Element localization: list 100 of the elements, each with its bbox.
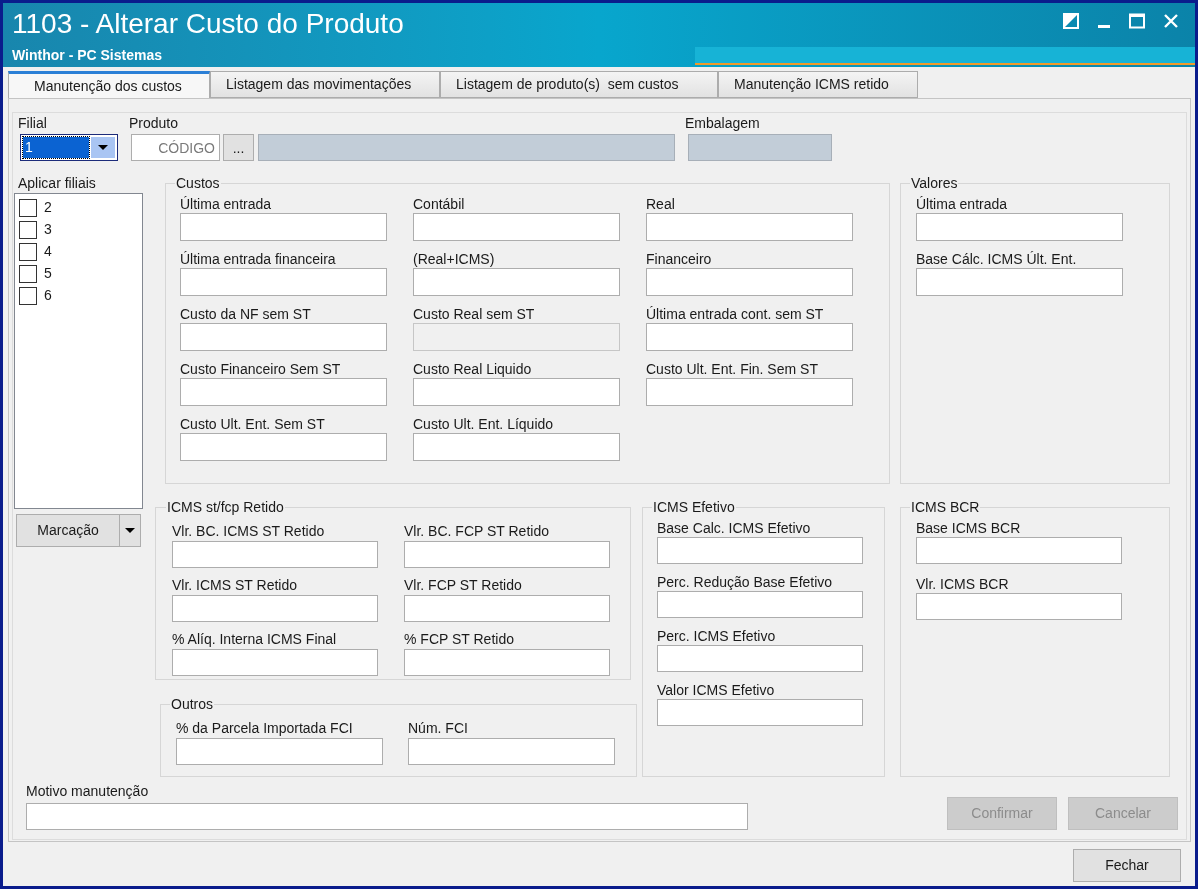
field-label: Custo Real sem ST: [413, 306, 536, 323]
text-field[interactable]: [404, 649, 610, 676]
field-label: Custo Ult. Ent. Líquido: [413, 416, 555, 433]
field-label: Vlr. BC. ICMS ST Retido: [172, 522, 326, 541]
checkbox-label: 5: [44, 264, 52, 283]
checkbox-label: 4: [44, 242, 52, 261]
checkbox[interactable]: [19, 264, 37, 283]
field-label: Última entrada cont. sem ST: [646, 306, 825, 323]
text-field[interactable]: [404, 595, 610, 622]
group-title: ICMS BCR: [910, 499, 981, 516]
text-field[interactable]: [172, 595, 378, 622]
checkbox[interactable]: [19, 286, 37, 305]
text-field[interactable]: [646, 323, 853, 351]
combo-value: 1: [23, 137, 89, 158]
text-field[interactable]: [26, 803, 748, 830]
field-label: Contábil: [413, 196, 466, 213]
field-label: Última entrada financeira: [180, 251, 337, 268]
text-field[interactable]: [657, 699, 863, 726]
field-label: Custo Ult. Ent. Fin. Sem ST: [646, 361, 819, 378]
group-title: Outros: [170, 696, 214, 713]
ellipsis-button[interactable]: ...: [223, 134, 254, 161]
group-title: Custos: [175, 175, 221, 192]
field-label: Perc. ICMS Efetivo: [657, 627, 777, 645]
filial-combo[interactable]: 1: [20, 134, 118, 161]
checkbox[interactable]: [19, 198, 37, 217]
caret-icon: [125, 528, 135, 533]
field-label: % da Parcela Importada FCI: [176, 719, 354, 738]
text-field[interactable]: [404, 541, 610, 568]
text-field[interactable]: [180, 323, 387, 351]
checkbox-label: 2: [44, 198, 52, 217]
field-label: Base Cálc. ICMS Últ. Ent.: [916, 251, 1078, 268]
text-field[interactable]: [916, 593, 1122, 620]
text-field[interactable]: [172, 541, 378, 568]
maximize-icon[interactable]: [1129, 13, 1145, 29]
caret-icon: [98, 145, 108, 150]
text-field[interactable]: [408, 738, 615, 765]
checkbox-label: 3: [44, 220, 52, 239]
field-label: Custo Financeiro Sem ST: [180, 361, 342, 378]
checkbox-label: 6: [44, 286, 52, 305]
field-label: Produto: [129, 114, 180, 133]
checkbox[interactable]: [19, 220, 37, 239]
text-field[interactable]: [916, 537, 1122, 564]
tab[interactable]: Manutenção dos custos: [8, 71, 210, 98]
window-title: 1103 - Alterar Custo do Produto: [12, 8, 404, 40]
text-field[interactable]: [180, 213, 387, 241]
text-field[interactable]: [646, 378, 853, 406]
field-label: Vlr. ICMS BCR: [916, 575, 1010, 593]
field-label: Núm. FCI: [408, 719, 469, 738]
field-label: Custo da NF sem ST: [180, 306, 312, 323]
field-label: Vlr. FCP ST Retido: [404, 576, 523, 595]
marcacao-button[interactable]: Marcação: [16, 514, 120, 547]
field-label: Valor ICMS Efetivo: [657, 681, 776, 699]
field-label: Vlr. ICMS ST Retido: [172, 576, 298, 595]
field-label: % FCP ST Retido: [404, 630, 515, 649]
text-field[interactable]: [172, 649, 378, 676]
text-field[interactable]: [180, 378, 387, 406]
field-label: Filial: [18, 114, 48, 133]
field-label: Embalagem: [685, 114, 761, 133]
checkbox[interactable]: [19, 242, 37, 261]
text-field[interactable]: [916, 213, 1123, 241]
text-field[interactable]: [646, 213, 853, 241]
group-title: ICMS Efetivo: [652, 499, 736, 516]
field-label: Base ICMS BCR: [916, 519, 1022, 537]
code-field[interactable]: CÓDIGO: [131, 134, 220, 161]
field-label: (Real+ICMS): [413, 251, 496, 268]
field-label: % Alíq. Interna ICMS Final: [172, 630, 338, 649]
dropdown-button[interactable]: [120, 514, 141, 547]
half-filled-square-icon[interactable]: [1063, 13, 1079, 29]
field-label: Perc. Redução Base Efetivo: [657, 573, 834, 591]
text-field[interactable]: [657, 591, 863, 618]
window-subtitle: Winthor - PC Sistemas: [12, 47, 162, 64]
text-field[interactable]: [413, 268, 620, 296]
text-field[interactable]: [413, 213, 620, 241]
tab[interactable]: Listagem de produto(s) sem custos: [440, 71, 718, 98]
text-field[interactable]: [176, 738, 383, 765]
tab[interactable]: Listagem das movimentações: [210, 71, 440, 98]
close-icon[interactable]: [1163, 13, 1179, 29]
field-label: Base Calc. ICMS Efetivo: [657, 519, 812, 537]
text-field[interactable]: [180, 268, 387, 296]
field-label: Financeiro: [646, 251, 713, 268]
group-title: Valores: [910, 175, 959, 192]
close-button[interactable]: Fechar: [1073, 849, 1181, 882]
group-title: ICMS st/fcp Retido: [166, 499, 285, 516]
text-field[interactable]: [180, 433, 387, 461]
text-field[interactable]: [657, 645, 863, 672]
text-field[interactable]: [413, 378, 620, 406]
text-field[interactable]: [916, 268, 1123, 296]
field-label: Vlr. BC. FCP ST Retido: [404, 522, 550, 541]
dropdown-button[interactable]: [91, 137, 115, 158]
field-label: Última entrada: [916, 196, 1009, 213]
field-label: Real: [646, 196, 676, 213]
field-label: Custo Ult. Ent. Sem ST: [180, 416, 326, 433]
text-field[interactable]: [657, 537, 863, 564]
field-label: Custo Real Liquido: [413, 361, 533, 378]
field-label: Motivo manutenção: [26, 782, 150, 801]
tab[interactable]: Manutenção ICMS retido: [718, 71, 918, 98]
text-field[interactable]: [413, 433, 620, 461]
text-field[interactable]: [646, 268, 853, 296]
field-label: Aplicar filiais: [18, 175, 97, 192]
field-label: Última entrada: [180, 196, 273, 213]
